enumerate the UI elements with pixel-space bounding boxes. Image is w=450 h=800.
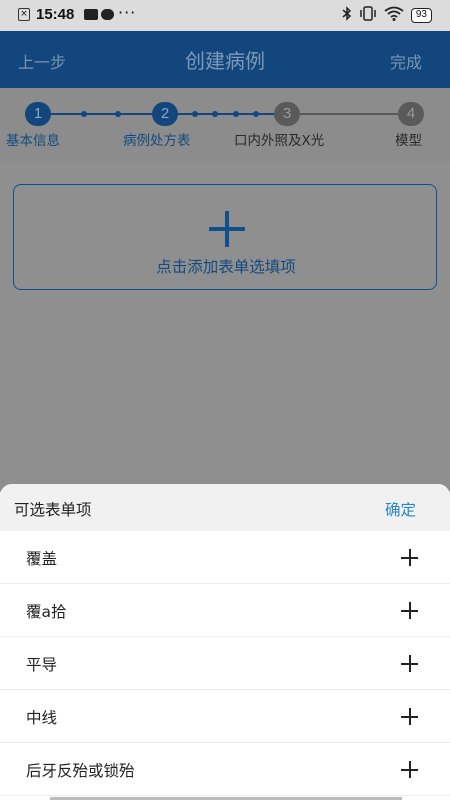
option-item[interactable]: 覆a拾 [0,584,450,637]
step-4-circle[interactable]: 4 [398,102,424,126]
status-bar: × 15:48 ··· 93 [0,0,450,31]
battery-icon: 93 [410,8,432,23]
step-progress-dot [212,111,218,117]
wifi-icon [384,6,404,25]
step-connector-2-3 [166,113,287,115]
plus-icon [209,211,245,247]
step-connector-3-4 [287,113,411,115]
add-option-plus-icon[interactable] [401,549,418,566]
bluetooth-icon [342,6,352,25]
optional-form-items-sheet: 可选表单项 确定 覆盖 覆a拾 平导 中线 后牙反殆或锁殆 [0,484,450,800]
page-title: 创建病例 [185,49,265,73]
nav-bar: 上一步 创建病例 完成 [0,31,450,88]
option-item[interactable]: 平导 [0,637,450,690]
add-option-plus-icon[interactable] [401,655,418,672]
main-content: 点击添加表单选填项 [0,162,450,492]
screenshot-icon: × [18,8,30,21]
option-label: 覆盖 [26,550,58,568]
confirm-button[interactable]: 确定 [385,498,416,520]
more-notifications-icon: ··· [118,3,137,22]
message-icon [84,9,98,20]
step-progress-dot [192,111,198,117]
option-label: 中线 [26,709,58,727]
step-connector-1-2 [38,113,166,115]
status-time: 15:48 [36,6,75,23]
step-3-label: 口内外照及X光 [234,133,325,149]
option-label: 覆a拾 [26,603,67,621]
step-4-label: 模型 [395,133,422,149]
add-option-plus-icon[interactable] [401,761,418,778]
status-right-group: 93 [342,6,432,25]
add-form-item-label: 点击添加表单选填项 [156,258,296,276]
step-progress-dot [233,111,239,117]
option-label: 后牙反殆或锁殆 [26,762,135,780]
step-progress-dot [115,111,121,117]
step-1-circle[interactable]: 1 [25,102,51,126]
sheet-header: 可选表单项 确定 [0,484,450,531]
pill-icon [101,9,114,20]
step-2-circle[interactable]: 2 [152,102,178,126]
step-3-circle[interactable]: 3 [274,102,300,126]
option-item[interactable]: 中线 [0,690,450,743]
sheet-title: 可选表单项 [14,501,92,519]
done-button[interactable]: 完成 [390,49,422,73]
step-progress-dot [253,111,259,117]
add-form-item-button[interactable]: 点击添加表单选填项 [13,184,437,290]
option-label: 平导 [26,656,58,674]
progress-stepper: 1 2 3 4 基本信息 病例处方表 口内外照及X光 模型 [0,88,450,162]
step-2-label: 病例处方表 [123,133,191,149]
add-option-plus-icon[interactable] [401,602,418,619]
step-1-label: 基本信息 [6,133,60,149]
step-progress-dot [81,111,87,117]
vibrate-icon [359,6,377,25]
option-item[interactable]: 后牙反殆或锁殆 [0,743,450,796]
add-option-plus-icon[interactable] [401,708,418,725]
option-item[interactable]: 覆盖 [0,531,450,584]
